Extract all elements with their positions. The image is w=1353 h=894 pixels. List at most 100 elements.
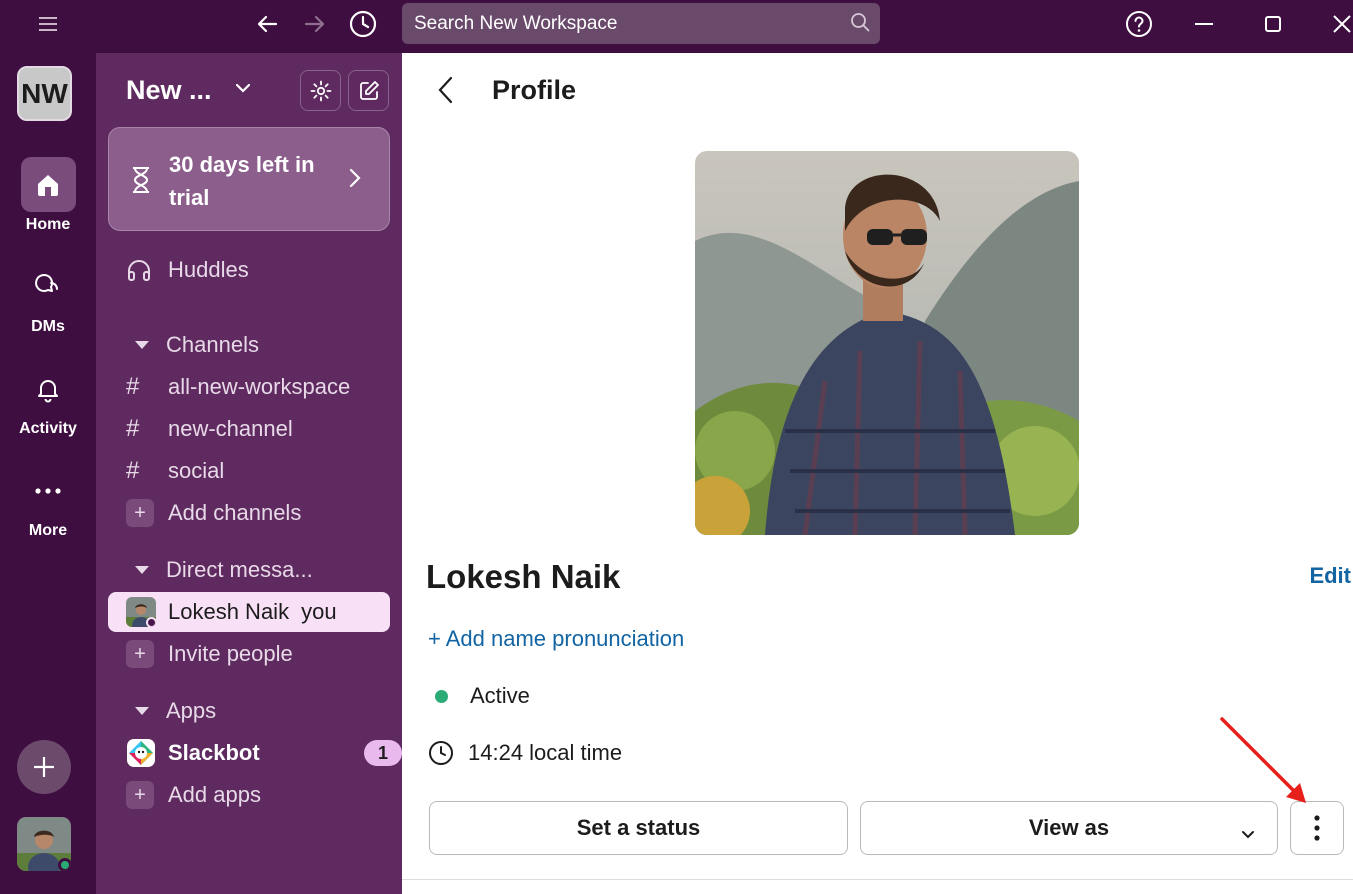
slackbot-icon: [126, 738, 168, 768]
plus-icon: +: [126, 499, 154, 527]
unread-badge: 1: [364, 740, 402, 766]
workspace-initials: NW: [21, 77, 68, 109]
slackbot-label: Slackbot: [168, 740, 260, 765]
caret-down-icon: [126, 706, 166, 716]
presence-status: Active: [432, 683, 530, 709]
search-icon: [850, 12, 870, 38]
sidebar-item-channel[interactable]: # new-channel: [126, 409, 293, 449]
rail-more[interactable]: More: [0, 463, 96, 540]
rail-home-label: Home: [25, 216, 71, 233]
add-channels-label: Add channels: [168, 500, 302, 525]
gear-icon: [310, 80, 331, 101]
sidebar-item-channel[interactable]: # social: [126, 451, 224, 491]
hamburger-menu-icon[interactable]: [32, 8, 64, 40]
maximize-icon[interactable]: [1257, 8, 1289, 40]
hash-icon: #: [126, 457, 140, 484]
sidebar-item-channel[interactable]: # all-new-workspace: [126, 367, 350, 407]
add-channels-button[interactable]: + Add channels: [126, 493, 301, 533]
profile-name: Lokesh Naik: [426, 558, 621, 595]
more-dots-icon: [21, 463, 76, 518]
chevron-right-icon: [349, 168, 361, 193]
local-time-label: 14:24 local time: [468, 740, 623, 765]
invite-people-button[interactable]: + Invite people: [126, 634, 293, 674]
profile-photo[interactable]: [695, 151, 1079, 535]
edit-profile-link[interactable]: Edit: [1309, 563, 1351, 589]
channels-section-header[interactable]: Channels: [126, 325, 259, 365]
view-as-dropdown[interactable]: View as: [860, 801, 1278, 855]
presence-dot: [58, 858, 71, 871]
rail-activity-label: Activity: [19, 420, 77, 437]
invite-label: Invite people: [168, 641, 293, 666]
dm-section-header[interactable]: Direct messa...: [126, 550, 313, 590]
sidebar-item-dm-self[interactable]: Lokesh Naik you: [108, 592, 390, 632]
hash-icon: #: [126, 373, 140, 400]
clock-icon: [428, 740, 454, 766]
rail-more-label: More: [28, 522, 68, 539]
hash-icon: #: [126, 415, 140, 442]
rail-dms[interactable]: DMs: [0, 259, 96, 336]
sidebar-item-huddles[interactable]: Huddles: [126, 250, 249, 290]
add-name-pronunciation-link[interactable]: + Add name pronunciation: [428, 626, 684, 652]
local-time: 14:24 local time: [428, 740, 622, 766]
user-avatar[interactable]: [17, 817, 71, 871]
set-status-label: Set a status: [576, 815, 701, 840]
bell-icon: [21, 361, 76, 416]
caret-down-icon: [126, 565, 166, 575]
title-bar: Search New Workspace: [0, 0, 1353, 53]
dm-user-label: Lokesh Naik: [168, 599, 290, 624]
headphones-icon: [126, 258, 168, 282]
settings-button[interactable]: [300, 70, 341, 111]
caret-down-icon: [126, 340, 166, 350]
dms-icon: [21, 259, 76, 314]
workspace-avatar[interactable]: NW: [17, 66, 72, 121]
add-apps-label: Add apps: [168, 782, 261, 807]
presence-dot: [146, 617, 156, 627]
rail-home[interactable]: Home: [0, 157, 96, 234]
sidebar-item-label: Huddles: [168, 257, 249, 282]
section-label: Direct messa...: [166, 557, 313, 582]
rail-dms-label: DMs: [31, 318, 65, 335]
sidebar-item-slackbot[interactable]: Slackbot 1: [126, 733, 402, 773]
channel-label: new-channel: [168, 416, 293, 441]
section-label: Apps: [166, 698, 217, 723]
search-input[interactable]: Search New Workspace: [402, 3, 880, 44]
divider: [402, 879, 1353, 880]
chevron-down-icon[interactable]: [234, 81, 252, 100]
profile-photo-image: [695, 151, 1079, 535]
search-placeholder: Search New Workspace: [414, 13, 618, 34]
add-workspace-button[interactable]: [17, 740, 71, 794]
compose-icon: [359, 80, 379, 100]
plus-icon: [34, 757, 54, 777]
back-arrow-icon[interactable]: [251, 8, 283, 40]
annotation-arrow: [1218, 715, 1314, 816]
set-status-button[interactable]: Set a status: [429, 801, 848, 855]
view-as-label: View as: [1028, 815, 1110, 840]
dm-avatar: [126, 597, 156, 627]
add-apps-button[interactable]: + Add apps: [126, 775, 261, 815]
page-title: Profile: [492, 75, 577, 105]
compose-button[interactable]: [348, 70, 389, 111]
plus-icon: +: [428, 626, 446, 651]
vertical-dots-icon: [1314, 815, 1320, 841]
help-icon[interactable]: [1123, 8, 1155, 40]
forward-arrow-icon[interactable]: [299, 8, 331, 40]
plus-icon: +: [126, 781, 154, 809]
section-label: Channels: [166, 332, 259, 357]
history-clock-icon[interactable]: [347, 8, 379, 40]
back-chevron-icon[interactable]: [436, 75, 454, 110]
apps-section-header[interactable]: Apps: [126, 691, 216, 731]
minimize-icon[interactable]: [1188, 8, 1220, 40]
rail-activity[interactable]: Activity: [0, 361, 96, 438]
channel-label: social: [168, 458, 225, 483]
close-icon[interactable]: [1326, 8, 1353, 40]
active-status-dot: [435, 689, 448, 703]
trial-banner[interactable]: 30 days left in trial: [108, 127, 390, 231]
dm-you-label: you: [301, 599, 337, 624]
hourglass-icon: [131, 166, 151, 199]
chevron-down-icon: [1241, 820, 1255, 846]
pronunciation-label: Add name pronunciation: [445, 626, 685, 651]
workspace-name[interactable]: New ...: [126, 75, 212, 106]
status-label: Active: [470, 683, 530, 708]
channel-label: all-new-workspace: [168, 374, 351, 399]
plus-icon: +: [126, 640, 154, 668]
